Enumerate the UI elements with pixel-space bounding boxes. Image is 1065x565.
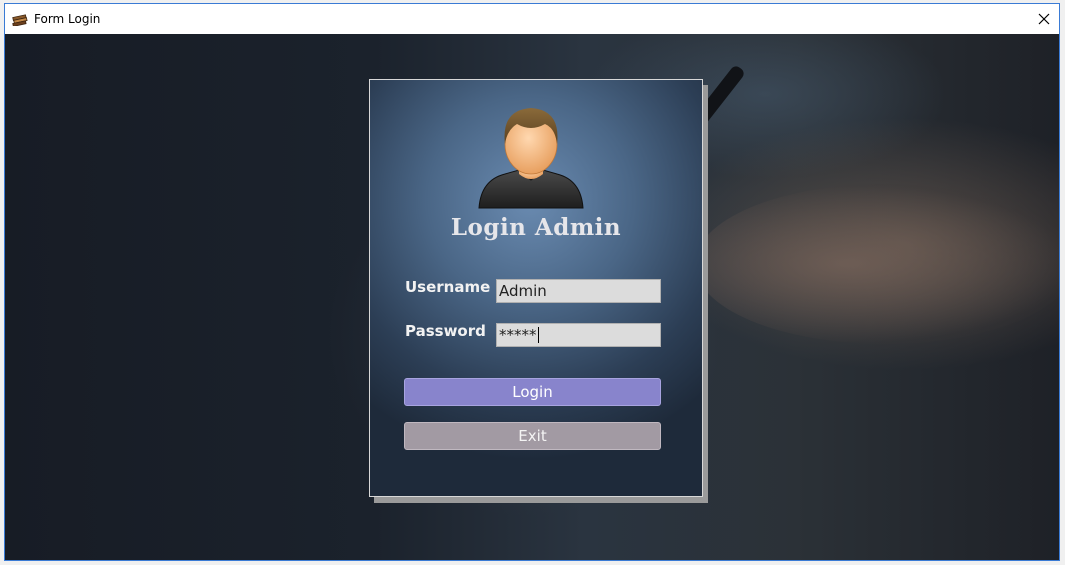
username-label: Username bbox=[405, 278, 491, 296]
background-hand bbox=[695, 184, 1059, 344]
exit-button[interactable]: Exit bbox=[404, 422, 661, 450]
login-button[interactable]: Login bbox=[404, 378, 661, 406]
panel-heading: Login Admin bbox=[450, 214, 622, 241]
user-avatar-icon bbox=[478, 108, 584, 209]
password-value: ***** bbox=[499, 326, 537, 344]
login-window: Form Login Login Admin Username Admin Pa… bbox=[4, 3, 1060, 561]
password-label: Password bbox=[405, 322, 486, 340]
username-input[interactable]: Admin bbox=[496, 279, 661, 303]
login-panel: Login Admin Username Admin Password ****… bbox=[369, 79, 703, 497]
password-input[interactable]: ***** bbox=[496, 323, 661, 347]
username-value: Admin bbox=[499, 282, 547, 300]
text-caret bbox=[537, 327, 539, 343]
background-image: Login Admin Username Admin Password ****… bbox=[5, 34, 1059, 560]
window-title: Form Login bbox=[34, 12, 101, 26]
title-bar[interactable]: Form Login bbox=[5, 4, 1059, 34]
books-icon bbox=[12, 12, 28, 27]
close-icon bbox=[1038, 13, 1050, 25]
close-button[interactable] bbox=[1029, 4, 1059, 34]
